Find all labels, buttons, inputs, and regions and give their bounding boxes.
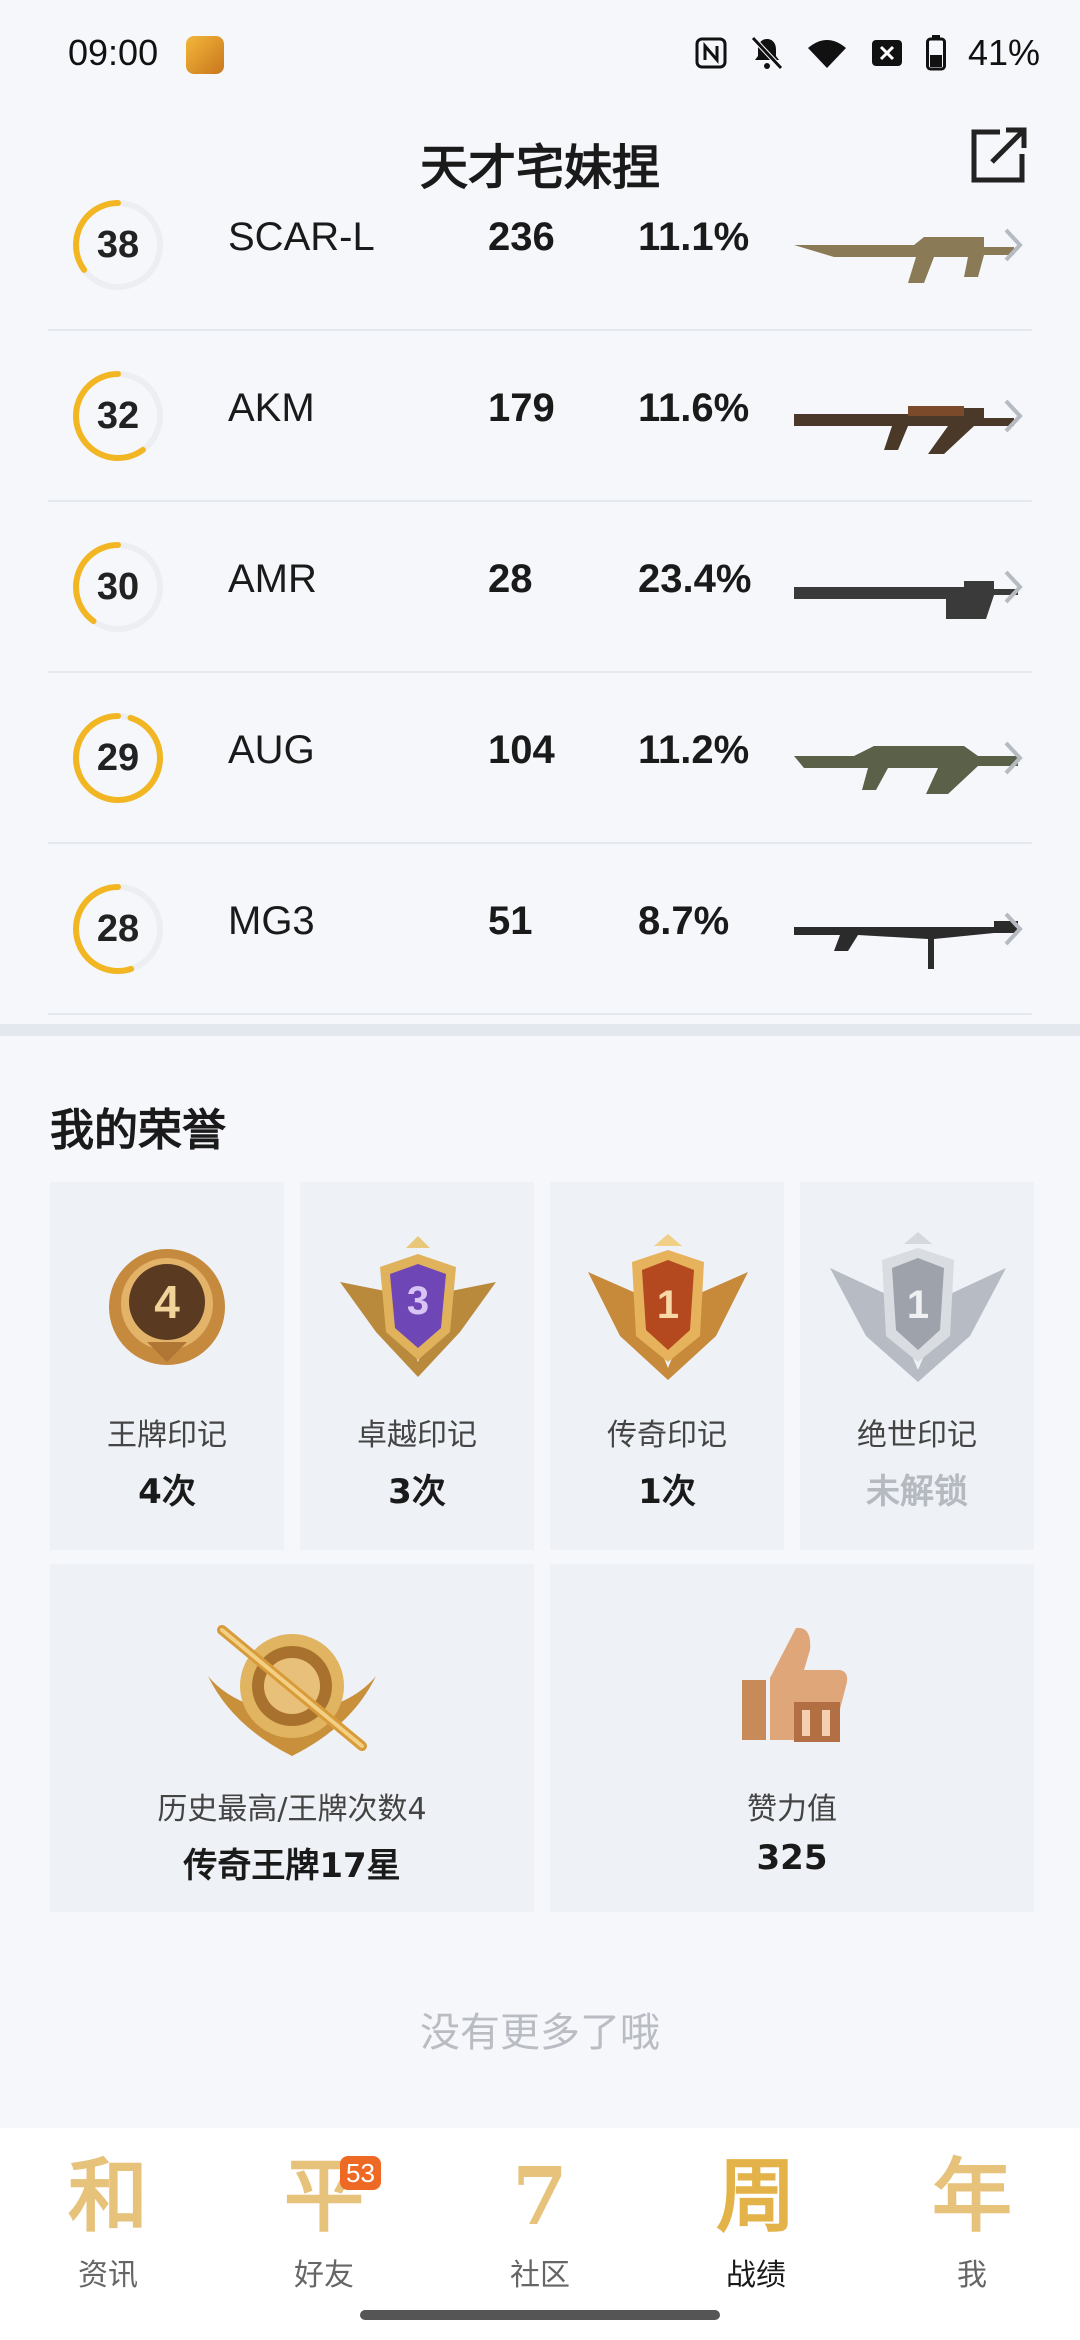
weapon-kills: 28 <box>488 557 533 601</box>
app-notification-icon <box>186 36 224 74</box>
news-tab-icon: 和 <box>68 2149 148 2243</box>
weapon-level: 32 <box>96 395 140 437</box>
weapon-image-icon <box>794 746 1018 794</box>
weapon-rate: 11.2% <box>638 728 750 772</box>
weapon-row[interactable]: 38 SCAR-L 236 11.1% <box>48 160 1032 331</box>
ace-badge-icon: 4 <box>109 1249 225 1365</box>
battery-percent: 41% <box>967 32 1040 73</box>
nav-tab-news[interactable]: 和 资讯 <box>28 2146 188 2296</box>
community-tab-icon: 7 <box>512 2149 568 2243</box>
nav-label: 战绩 <box>726 2258 786 2293</box>
honor-value: 4次 <box>138 1472 196 1512</box>
honor-value-locked: 未解锁 <box>866 1472 968 1512</box>
weapon-kills: 179 <box>488 386 555 430</box>
weapon-level: 38 <box>96 224 140 266</box>
weapon-name: AUG <box>228 728 315 772</box>
weapon-level: 28 <box>96 908 140 950</box>
weapon-row[interactable]: 29 AUG 104 11.2% <box>48 673 1032 844</box>
weapon-row[interactable]: 32 AKM 179 11.6% <box>48 331 1032 502</box>
bell-off-icon <box>751 36 783 70</box>
no-sim-icon <box>871 40 902 66</box>
weapon-rate: 8.7% <box>638 899 730 943</box>
chevron-right-icon <box>1004 741 1023 775</box>
weapon-rate: 11.1% <box>638 215 750 259</box>
weapon-kills: 51 <box>488 899 533 943</box>
nav-label: 资讯 <box>78 2258 138 2293</box>
likes-label: 赞力值 <box>747 1792 837 1827</box>
highest-rank-label: 历史最高/王牌次数4 <box>157 1792 427 1827</box>
honor-badge-legend[interactable]: 1 传奇印记 1次 <box>550 1182 784 1550</box>
honor-label: 绝世印记 <box>857 1418 977 1453</box>
honor-value: 3次 <box>388 1472 446 1512</box>
likes-card[interactable]: 赞力值 325 <box>550 1564 1034 1912</box>
nfc-icon <box>695 37 727 69</box>
weapon-name: SCAR-L <box>228 215 375 259</box>
weapon-image-icon <box>794 237 1014 283</box>
highest-rank-card[interactable]: 历史最高/王牌次数4 传奇王牌17星 <box>50 1564 534 1912</box>
peerless-badge-number: 1 <box>907 1283 929 1327</box>
honor-section-title: 我的荣誉 <box>50 1105 226 1156</box>
bottom-nav: 和 资讯 平 53 好友 7 社区 周 战绩 年 我 <box>0 2128 1080 2340</box>
records-tab-icon: 周 <box>716 2149 796 2243</box>
rank-emblem-icon <box>208 1625 376 1756</box>
weapon-name: AKM <box>228 386 315 430</box>
end-of-list-text: 没有更多了哦 <box>420 2010 660 2056</box>
chevron-right-icon <box>1004 399 1023 433</box>
status-time: 09:00 <box>68 32 159 73</box>
nav-tab-records[interactable]: 周 战绩 <box>676 2146 836 2296</box>
weapon-name: AMR <box>228 557 317 601</box>
notification-badge: 53 <box>340 2156 381 2190</box>
nav-label: 我 <box>957 2258 987 2293</box>
chevron-right-icon <box>1004 570 1023 604</box>
weapon-kills: 236 <box>488 215 555 259</box>
me-tab-icon: 年 <box>932 2149 1012 2243</box>
weapon-level: 30 <box>96 566 140 608</box>
excellence-badge-icon: 3 <box>340 1236 496 1377</box>
wifi-icon <box>807 40 846 68</box>
honor-badge-ace[interactable]: 4 王牌印记 4次 <box>50 1182 284 1550</box>
nav-label: 好友 <box>294 2258 354 2293</box>
weapon-rate: 23.4% <box>638 557 752 601</box>
weapon-image-icon <box>794 921 1018 969</box>
honor-badge-peerless[interactable]: 1 绝世印记 未解锁 <box>800 1182 1034 1550</box>
nav-tab-me[interactable]: 年 我 <box>892 2146 1052 2296</box>
section-divider <box>0 1024 1080 1036</box>
thumbs-up-icon <box>742 1627 848 1742</box>
honor-label: 王牌印记 <box>107 1418 227 1453</box>
legend-badge-icon: 1 <box>588 1234 748 1380</box>
weapon-rate: 11.6% <box>638 386 750 430</box>
status-bar: 09:00 41% <box>0 0 1080 110</box>
honor-label: 传奇印记 <box>607 1418 727 1453</box>
honor-badge-excellence[interactable]: 3 卓越印记 3次 <box>300 1182 534 1550</box>
excellence-badge-number: 3 <box>407 1279 429 1323</box>
honor-value: 1次 <box>638 1472 696 1512</box>
highest-rank-value: 传奇王牌17星 <box>183 1846 401 1886</box>
ace-badge-number: 4 <box>154 1276 180 1328</box>
peerless-badge-icon: 1 <box>830 1232 1006 1382</box>
weapon-level: 29 <box>96 737 140 779</box>
likes-value: 325 <box>756 1838 828 1878</box>
weapon-row[interactable]: 28 MG3 51 8.7% <box>48 844 1032 1015</box>
home-indicator[interactable] <box>360 2310 720 2320</box>
chevron-right-icon <box>1004 912 1023 946</box>
weapon-image-icon <box>794 581 1018 619</box>
honor-label: 卓越印记 <box>357 1418 477 1453</box>
battery-icon <box>925 35 946 71</box>
weapon-kills: 104 <box>488 728 555 772</box>
status-icons: 41% <box>694 32 1040 74</box>
nav-tab-friends[interactable]: 平 53 好友 <box>244 2146 404 2296</box>
chevron-right-icon <box>1004 228 1023 262</box>
nav-tab-community[interactable]: 7 社区 <box>460 2146 620 2296</box>
weapon-row[interactable]: 30 AMR 28 23.4% <box>48 502 1032 673</box>
weapon-name: MG3 <box>228 899 315 943</box>
legend-badge-number: 1 <box>657 1283 679 1327</box>
nav-label: 社区 <box>510 2258 570 2293</box>
weapon-image-icon <box>794 406 1014 454</box>
